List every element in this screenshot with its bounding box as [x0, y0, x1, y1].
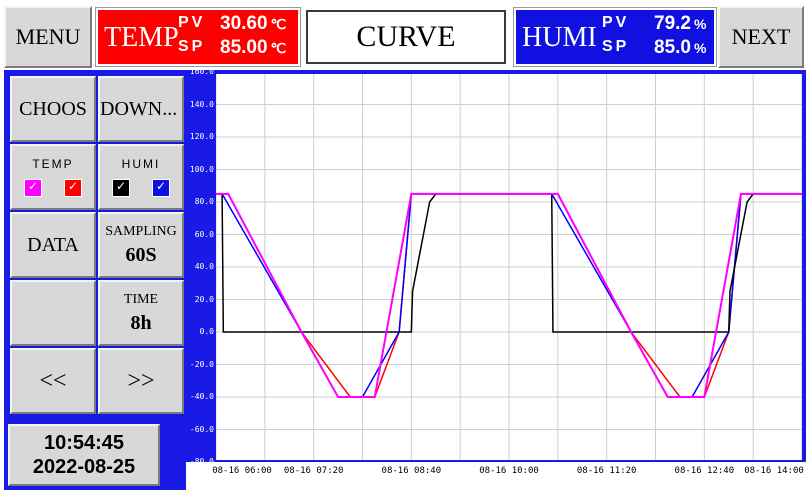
- y-tick-label: -60.0: [189, 424, 214, 434]
- humi-label: HUMI: [522, 22, 597, 53]
- y-tick-label: 100.0: [189, 164, 214, 174]
- time-value: 8h: [130, 311, 152, 334]
- x-tick-label: 08-16 14:00: [744, 466, 804, 476]
- y-tick-label: 120.0: [189, 132, 214, 141]
- temp-sp-value-group: 85.00 ℃: [220, 37, 286, 59]
- temp-sp-checkbox[interactable]: [64, 179, 82, 197]
- temp-label: TEMP: [104, 22, 179, 53]
- temp-checkbox-group: TEMP: [10, 144, 96, 210]
- humi-checkbox-label: HUMI: [121, 157, 161, 171]
- y-tick-label: 140.0: [189, 99, 214, 109]
- time-label: TIME: [123, 291, 159, 307]
- y-tick-label: 60.0: [194, 229, 214, 239]
- humi-pv-label: PV: [602, 14, 630, 31]
- temp-pv-value: 30.60: [220, 13, 268, 34]
- download-button[interactable]: DOWN...: [98, 76, 184, 142]
- sampling-label: SAMPLING: [105, 223, 177, 239]
- y-tick-label: -80.0: [189, 457, 214, 466]
- sampling-value: 60S: [125, 243, 157, 266]
- x-tick-label: 08-16 12:40: [674, 466, 735, 476]
- clock-time: 10:54:45: [43, 432, 125, 454]
- humi-pv-checkbox[interactable]: [112, 179, 130, 197]
- humi-status-panel: HUMI PV SP 79.2% 85.0%: [513, 7, 717, 67]
- chart-area: [215, 71, 803, 463]
- y-tick-label: 20.0: [194, 294, 214, 304]
- sampling-button[interactable]: SAMPLING 60S: [98, 212, 184, 278]
- temp-sp-label: SP: [178, 38, 206, 55]
- clock-display: 10:54:45 2022-08-25: [8, 424, 160, 486]
- x-tick-label: 08-16 06:00: [212, 466, 272, 476]
- humi-checkbox-group: HUMI: [98, 144, 184, 210]
- time-span-button[interactable]: TIME 8h: [98, 280, 184, 346]
- data-button[interactable]: DATA: [10, 212, 96, 278]
- humi-sp-checkbox[interactable]: [152, 179, 170, 197]
- humi-sp-value-group: 85.0%: [654, 37, 706, 59]
- temp-pv-checkbox[interactable]: [24, 179, 42, 197]
- humi-sp-label: SP: [602, 38, 630, 55]
- humi-pv-value: 79.2: [654, 13, 691, 34]
- temp-pv-label: PV: [178, 14, 206, 31]
- humi-checkbox-row: [112, 179, 170, 197]
- y-tick-label: 40.0: [194, 262, 214, 271]
- x-tick-label: 08-16 10:00: [479, 466, 539, 476]
- blank-button[interactable]: [10, 280, 96, 346]
- clock-date: 2022-08-25: [32, 456, 136, 478]
- temp-sp-value: 85.00: [220, 37, 268, 58]
- temp-checkbox-row: [24, 179, 82, 197]
- next-button[interactable]: NEXT: [718, 6, 804, 68]
- humi-sp-value: 85.0: [654, 37, 691, 58]
- x-tick-label: 08-16 11:20: [576, 466, 637, 476]
- temp-status-panel: TEMP PV SP 30.60 ℃ 85.00 ℃: [95, 7, 301, 67]
- y-tick-label: -20.0: [189, 359, 214, 369]
- scroll-back-button[interactable]: <<: [10, 348, 96, 414]
- x-tick-label: 08-16 08:40: [381, 466, 442, 476]
- menu-button[interactable]: MENU: [4, 6, 92, 68]
- y-tick-label: 160.0: [189, 67, 214, 76]
- temp-pv-value-group: 30.60 ℃: [220, 13, 286, 35]
- temp-checkbox-label: TEMP: [32, 157, 74, 171]
- x-tick-label: 08-16 07:20: [283, 466, 344, 476]
- y-tick-label: 0.0: [199, 327, 214, 336]
- humi-sp-unit: %: [693, 40, 707, 56]
- humi-pv-unit: %: [693, 16, 707, 32]
- trend-chart: [215, 71, 803, 463]
- humi-pv-value-group: 79.2%: [654, 13, 706, 35]
- temp-sp-unit: ℃: [270, 40, 287, 56]
- y-tick-label: 80.0: [194, 197, 214, 206]
- page-title: CURVE: [306, 10, 506, 64]
- temp-pv-unit: ℃: [270, 16, 287, 32]
- choose-button[interactable]: CHOOS: [10, 76, 96, 142]
- scroll-forward-button[interactable]: >>: [98, 348, 184, 414]
- y-tick-label: -40.0: [189, 392, 214, 401]
